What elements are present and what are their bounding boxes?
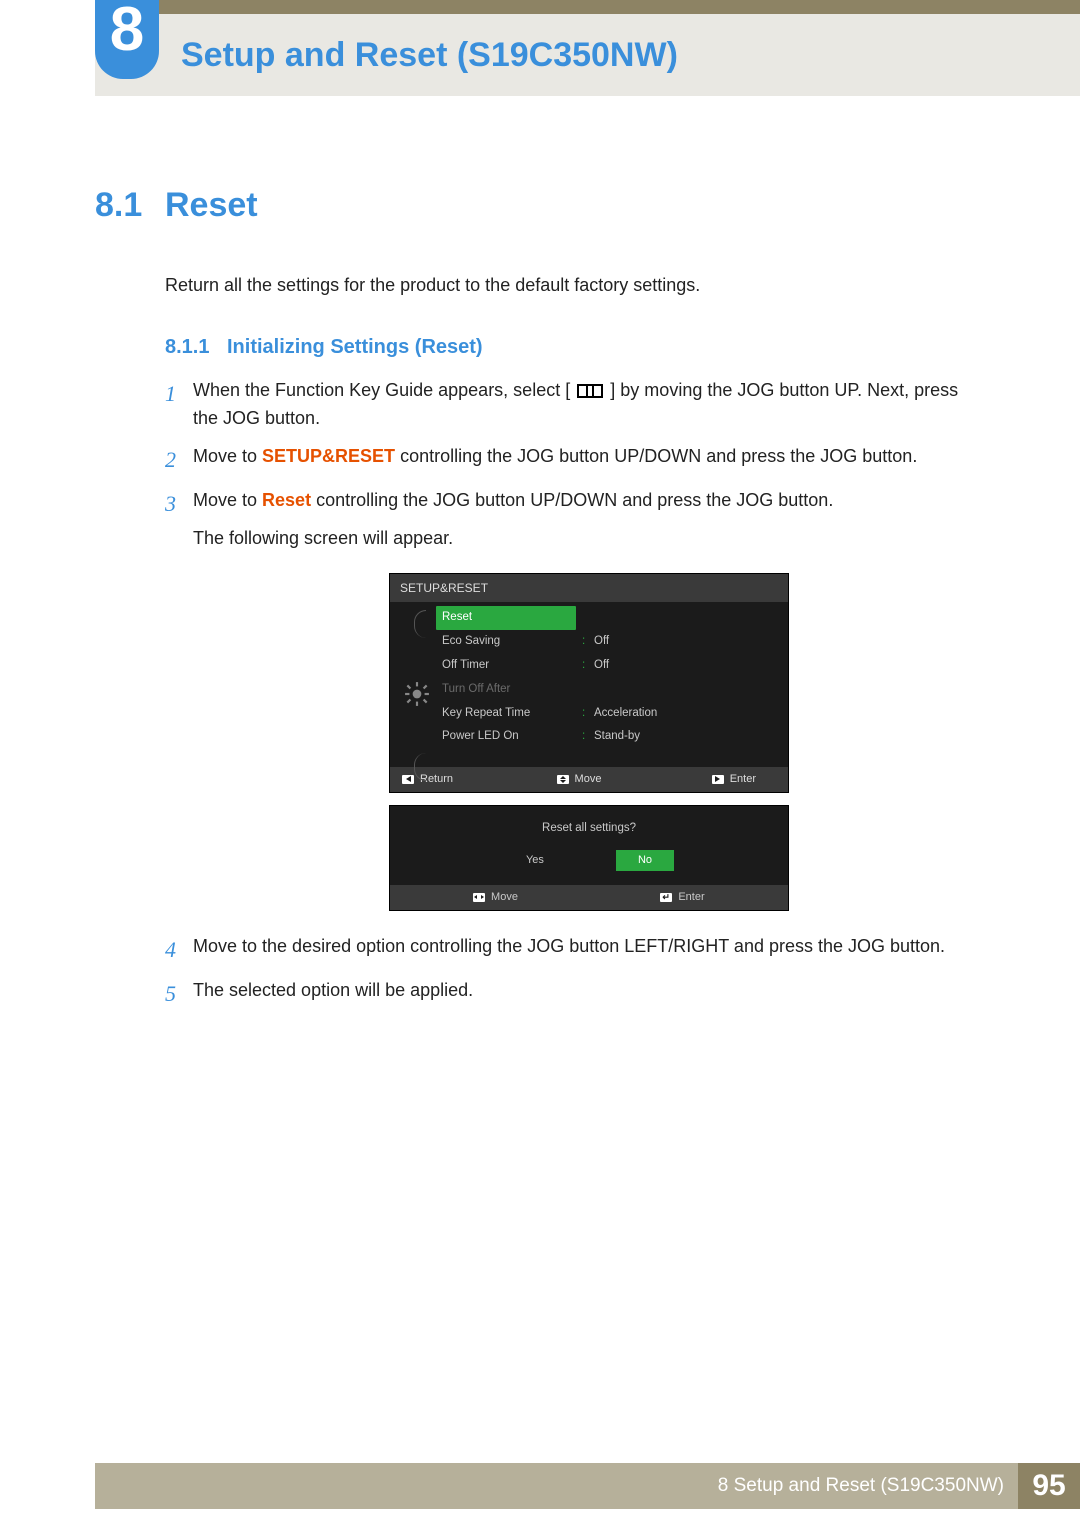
step-number: 5 bbox=[165, 977, 193, 1011]
step-body: Move to Reset controlling the JOG button… bbox=[193, 487, 985, 923]
return-icon bbox=[402, 775, 414, 784]
step-3: 3 Move to Reset controlling the JOG butt… bbox=[165, 487, 985, 923]
enter-icon bbox=[712, 775, 724, 784]
header-top-stripe bbox=[95, 0, 1080, 14]
step-body: The selected option will be applied. bbox=[193, 977, 985, 1011]
gear-icon bbox=[404, 681, 430, 707]
step-4: 4 Move to the desired option controlling… bbox=[165, 933, 985, 967]
step-number: 1 bbox=[165, 377, 193, 433]
osd-label: Eco Saving bbox=[442, 633, 582, 651]
osd-menu-list: Reset Eco Saving:Off Off Timer:Off Turn … bbox=[436, 606, 780, 749]
page-footer: 8 Setup and Reset (S19C350NW) 95 bbox=[95, 1463, 1080, 1509]
step-body: Move to the desired option controlling t… bbox=[193, 933, 985, 967]
osd-value: Stand-by bbox=[594, 728, 640, 746]
step-number: 4 bbox=[165, 933, 193, 967]
dialog-footer-move: Move bbox=[491, 889, 518, 906]
chapter-number-badge: 8 bbox=[95, 0, 159, 79]
step-1-text-a: When the Function Key Guide appears, sel… bbox=[193, 380, 565, 400]
step-2-text-b: controlling the JOG button UP/DOWN and p… bbox=[400, 446, 917, 466]
osd-item-eco: Eco Saving:Off bbox=[436, 630, 780, 654]
osd-value: Off bbox=[594, 633, 609, 651]
osd-label: Power LED On bbox=[442, 728, 582, 746]
dialog-option-no: No bbox=[616, 850, 674, 871]
osd-item-turnoff: Turn Off After bbox=[436, 678, 780, 702]
osd-footer-move: Move bbox=[575, 771, 602, 788]
step-3-text-a: Move to bbox=[193, 490, 262, 510]
step-number: 3 bbox=[165, 487, 193, 923]
chapter-header: 8 Setup and Reset (S19C350NW) bbox=[95, 14, 1080, 96]
footer-chapter-text: 8 Setup and Reset (S19C350NW) bbox=[718, 1475, 1004, 1497]
section-intro: Return all the settings for the product … bbox=[165, 275, 985, 296]
osd-title: SETUP&RESET bbox=[390, 574, 788, 603]
osd-screenshot: SETUP&RESET Reset Eco Saving:Off Off Tim… bbox=[389, 573, 789, 911]
dialog-option-yes: Yes bbox=[504, 850, 566, 871]
osd-panel: SETUP&RESET Reset Eco Saving:Off Off Tim… bbox=[389, 573, 789, 794]
step-5: 5 The selected option will be applied. bbox=[165, 977, 985, 1011]
osd-label: Key Repeat Time bbox=[442, 705, 582, 723]
step-2-text-a: Move to bbox=[193, 446, 262, 466]
step-1: 1 When the Function Key Guide appears, s… bbox=[165, 377, 985, 433]
osd-item-reset: Reset bbox=[436, 606, 576, 630]
step-3-keyword: Reset bbox=[262, 490, 311, 510]
osd-dialog: Reset all settings? Yes No Move Enter bbox=[389, 805, 789, 911]
bracket-close: ] bbox=[610, 380, 615, 400]
enter-icon bbox=[660, 893, 672, 902]
step-2-keyword: SETUP&RESET bbox=[262, 446, 395, 466]
dialog-question: Reset all settings? bbox=[390, 820, 788, 838]
subsection-number: 8.1.1 bbox=[165, 336, 227, 359]
osd-value: Acceleration bbox=[594, 705, 657, 723]
osd-footer-enter: Enter bbox=[730, 771, 756, 788]
step-3-text-b: controlling the JOG button UP/DOWN and p… bbox=[316, 490, 833, 510]
osd-item-offtimer: Off Timer:Off bbox=[436, 654, 780, 678]
dialog-footer-enter: Enter bbox=[678, 889, 704, 906]
chapter-title: Setup and Reset (S19C350NW) bbox=[181, 36, 678, 75]
osd-label: Reset bbox=[442, 609, 570, 627]
osd-item-keyrep: Key Repeat Time:Acceleration bbox=[436, 702, 780, 726]
section-heading: 8.1 Reset bbox=[95, 186, 985, 225]
step-number: 2 bbox=[165, 443, 193, 477]
step-2: 2 Move to SETUP&RESET controlling the JO… bbox=[165, 443, 985, 477]
subsection-title: Initializing Settings (Reset) bbox=[227, 336, 483, 359]
move-lr-icon bbox=[473, 893, 485, 902]
section-title: Reset bbox=[165, 186, 258, 225]
step-body: When the Function Key Guide appears, sel… bbox=[193, 377, 985, 433]
osd-footer: Return Move Enter bbox=[390, 767, 788, 792]
step-3-text-c: The following screen will appear. bbox=[193, 525, 985, 553]
osd-label: Turn Off After bbox=[442, 681, 582, 699]
osd-label: Off Timer bbox=[442, 657, 582, 675]
osd-value: Off bbox=[594, 657, 609, 675]
section-number: 8.1 bbox=[95, 186, 165, 225]
bracket-open: [ bbox=[565, 380, 570, 400]
page-content: 8.1 Reset Return all the settings for th… bbox=[0, 96, 1080, 1011]
subsection-heading: 8.1.1 Initializing Settings (Reset) bbox=[165, 336, 985, 359]
step-body: Move to SETUP&RESET controlling the JOG … bbox=[193, 443, 985, 477]
osd-sidebar bbox=[398, 606, 436, 749]
move-icon bbox=[557, 775, 569, 784]
dialog-footer: Move Enter bbox=[390, 885, 788, 910]
osd-item-powerled: Power LED On:Stand-by bbox=[436, 725, 780, 749]
footer-page-number: 95 bbox=[1018, 1463, 1080, 1509]
menu-icon bbox=[577, 384, 603, 398]
